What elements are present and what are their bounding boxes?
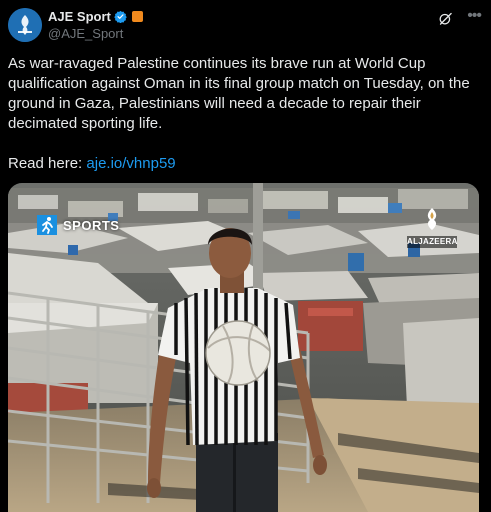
verified-badge-icon: [114, 10, 127, 23]
sports-badge-label: SPORTS: [63, 217, 120, 233]
al-jazeera-emblem-icon: [427, 208, 437, 230]
author-name-row[interactable]: AJE Sport: [48, 9, 143, 24]
post-text: As war-ravaged Palestine continues its b…: [8, 55, 470, 132]
article-link[interactable]: aje.io/vhnp59: [86, 155, 175, 172]
post-header: AJE Sport @AJE_Sport •••: [8, 8, 483, 48]
post-media-image[interactable]: SPORTS ALJAZEERA: [8, 183, 479, 512]
aje-sport-avatar[interactable]: [8, 8, 42, 42]
al-jazeera-affiliate-icon[interactable]: [131, 11, 143, 22]
read-here-line: Read here: aje.io/vhnp59: [8, 154, 176, 174]
sports-badge: SPORTS: [37, 214, 119, 236]
read-here-label: Read here:: [8, 155, 83, 172]
al-jazeera-watermark: ALJAZEERA: [407, 207, 457, 249]
grok-icon[interactable]: [438, 11, 453, 26]
al-jazeera-wordmark: ALJAZEERA: [407, 236, 458, 248]
more-options-icon[interactable]: •••: [467, 8, 482, 24]
sports-runner-icon: [37, 215, 57, 235]
author-display-name[interactable]: AJE Sport: [48, 9, 111, 24]
author-handle[interactable]: @AJE_Sport: [48, 26, 123, 41]
